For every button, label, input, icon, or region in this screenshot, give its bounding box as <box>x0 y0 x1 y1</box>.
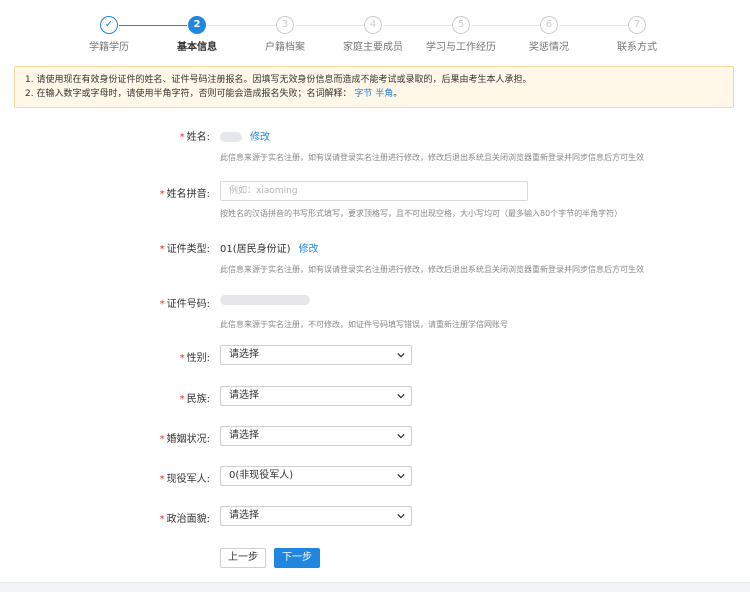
link-halfwidth[interactable]: 半角 <box>375 89 393 99</box>
notice-line-1: 1. 请使用现在有效身份证件的姓名、证件号码注册报名。因填写无效身份信息而造成不… <box>25 75 532 85</box>
chevron-down-icon <box>397 433 405 439</box>
military-select[interactable]: 0(非现役军人) <box>220 466 412 486</box>
step-education[interactable]: ✓ 学籍学历 <box>59 16 159 53</box>
field-label: * 证件类型: <box>159 244 210 255</box>
id-number-hint: 此信息来源于实名注册，不可修改，如证件号码填写错误，请重新注册学信网账号 <box>220 320 508 329</box>
page-footer <box>0 582 750 592</box>
redacted-id-number <box>220 295 310 305</box>
edit-name-link[interactable]: 修改 <box>250 132 270 143</box>
name-hint: 此信息来源于实名注册，如有误请登录实名注册进行修改，修改后退出系统且关闭浏览器重… <box>220 153 644 162</box>
step-label: 学习与工作经历 <box>426 42 496 53</box>
field-label: * 现役军人: <box>159 474 210 485</box>
field-label: * 婚姻状况: <box>159 434 210 445</box>
step-family[interactable]: 4 家庭主要成员 <box>323 16 423 53</box>
chevron-down-icon <box>397 473 405 479</box>
step-number: 6 <box>540 16 558 34</box>
ethnic-select[interactable]: 请选择 <box>220 386 412 406</box>
step-household[interactable]: 3 户籍档案 <box>235 16 335 53</box>
link-byte[interactable]: 字节 <box>354 89 372 99</box>
field-label: * 姓名: <box>179 132 210 143</box>
name-value: 修改 <box>220 128 270 143</box>
step-label: 户籍档案 <box>265 42 305 53</box>
step-contact[interactable]: 7 联系方式 <box>587 16 687 53</box>
step-label: 基本信息 <box>177 42 217 53</box>
political-select[interactable]: 请选择 <box>220 506 412 526</box>
step-number: 3 <box>276 16 294 34</box>
field-label: * 证件号码: <box>159 299 210 310</box>
redacted-name <box>220 132 242 142</box>
field-label: * 姓名拼音: <box>159 189 210 200</box>
chevron-down-icon <box>397 352 405 358</box>
step-label: 奖惩情况 <box>529 42 569 53</box>
step-number: 4 <box>364 16 382 34</box>
step-label: 学籍学历 <box>89 42 129 53</box>
step-number: 7 <box>628 16 646 34</box>
id-type-hint: 此信息来源于实名注册，如有误请登录实名注册进行修改，修改后退出系统且关闭浏览器重… <box>220 265 644 274</box>
marital-select[interactable]: 请选择 <box>220 426 412 446</box>
field-label: * 政治面貌: <box>159 514 210 525</box>
field-label: * 民族: <box>179 394 210 405</box>
next-button[interactable]: 下一步 <box>274 548 320 568</box>
id-type-value: 01(居民身份证) 修改 <box>220 244 319 255</box>
chevron-down-icon <box>397 393 405 399</box>
step-basic-info[interactable]: 2 基本信息 <box>147 16 247 53</box>
step-awards[interactable]: 6 奖惩情况 <box>499 16 599 53</box>
step-number: 5 <box>452 16 470 34</box>
pinyin-hint: 按姓名的汉语拼音的书写形式填写，要求顶格写，且不可出现空格，大小写均可（最多输入… <box>220 209 623 218</box>
step-number: 2 <box>188 16 206 34</box>
step-experience[interactable]: 5 学习与工作经历 <box>411 16 511 53</box>
chevron-down-icon <box>397 513 405 519</box>
step-label: 联系方式 <box>617 42 657 53</box>
pinyin-input[interactable] <box>220 181 528 201</box>
edit-id-type-link[interactable]: 修改 <box>299 244 319 255</box>
check-icon: ✓ <box>100 16 118 34</box>
prev-button[interactable]: 上一步 <box>220 548 266 568</box>
gender-select[interactable]: 请选择 <box>220 345 412 365</box>
id-number-value <box>220 295 310 306</box>
step-label: 家庭主要成员 <box>343 42 403 53</box>
notice-banner: 1. 请使用现在有效身份证件的姓名、证件号码注册报名。因填写无效身份信息而造成不… <box>14 66 734 108</box>
field-label: * 性别: <box>179 353 210 364</box>
progress-stepper: ✓ 学籍学历 2 基本信息 3 户籍档案 4 家庭主要成员 5 学习与工作经历 … <box>0 0 750 60</box>
notice-line-2: 2. 在输入数字或字母时，请使用半角字符，否则可能会造成报名失败；名词解释： 字… <box>25 89 403 99</box>
